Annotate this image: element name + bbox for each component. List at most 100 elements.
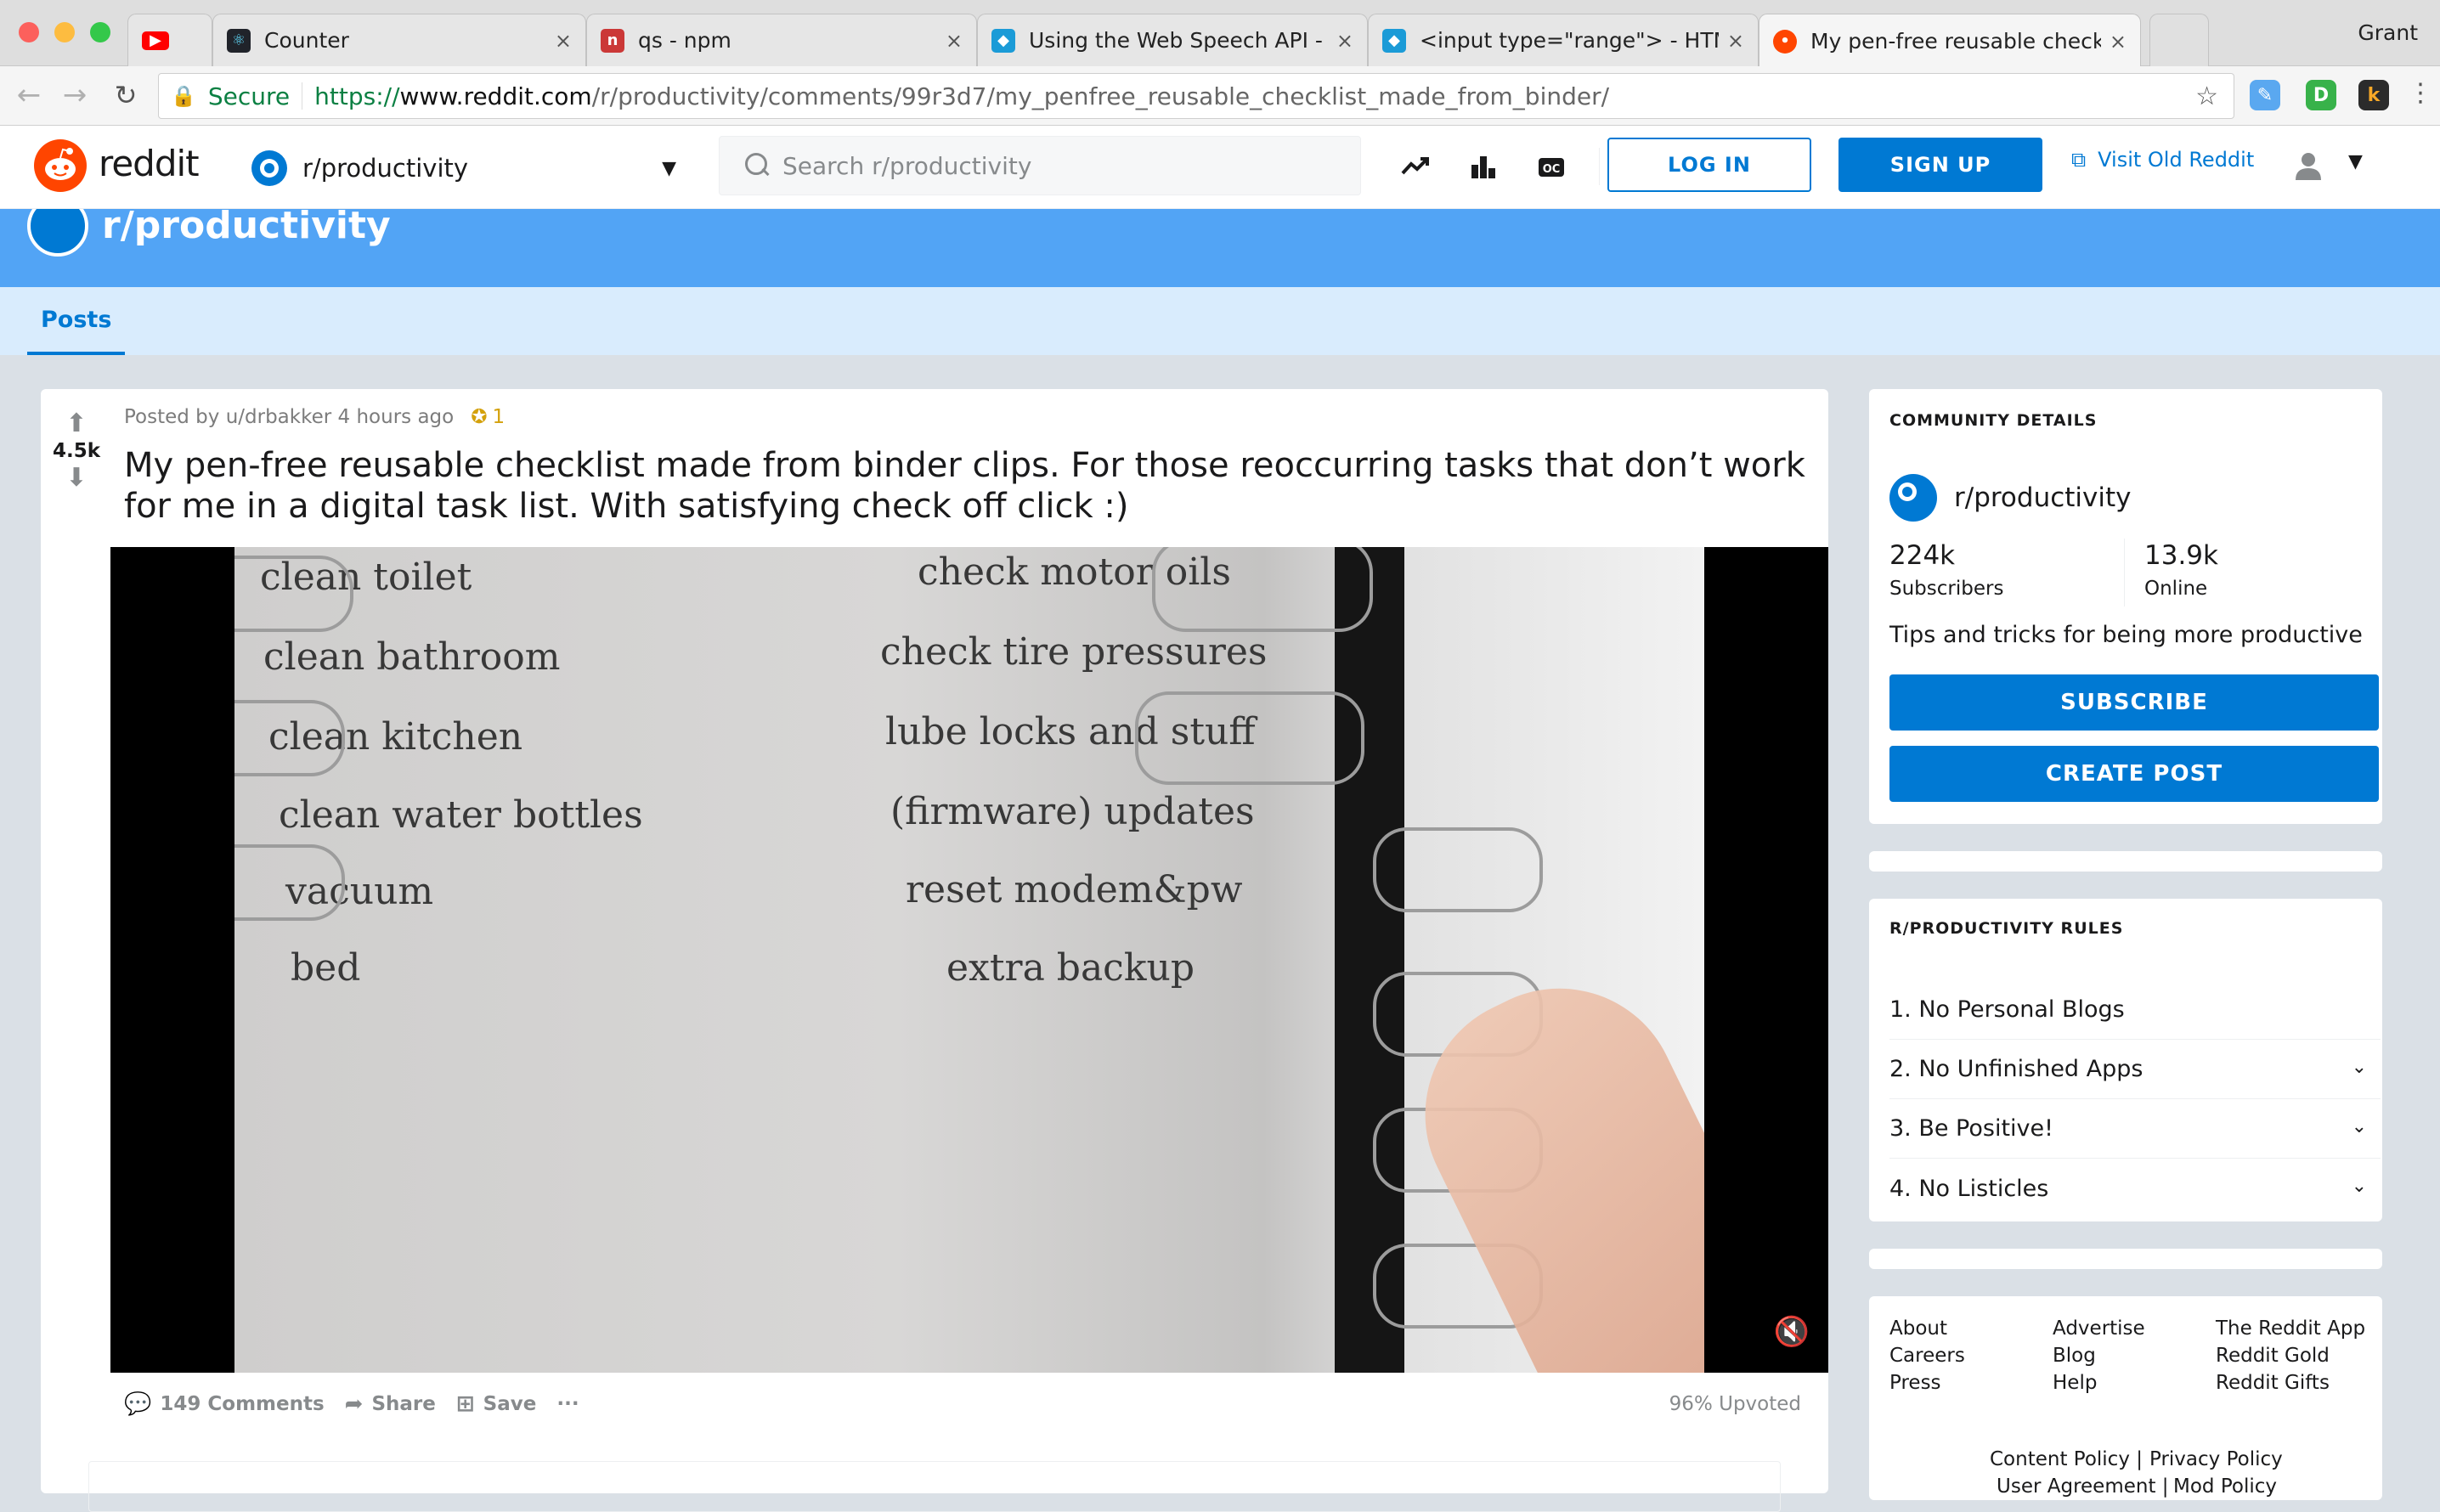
maximize-window-button[interactable] <box>90 22 110 42</box>
bookmark-star-icon[interactable]: ☆ <box>2195 82 2218 111</box>
new-tab-button[interactable] <box>2149 14 2209 66</box>
footer-link-reddit-gold[interactable]: Reddit Gold <box>2216 1342 2365 1369</box>
binder-clip <box>1373 827 1543 912</box>
close-window-button[interactable] <box>19 22 39 42</box>
extension-icon[interactable]: k <box>2358 80 2389 110</box>
save-button[interactable]: ⊞ Save <box>456 1391 536 1417</box>
browser-tab-counter[interactable]: ⚛ Counter × <box>212 14 586 66</box>
card-heading: COMMUNITY DETAILS <box>1889 411 2098 430</box>
close-tab-icon[interactable]: × <box>1727 29 1744 53</box>
reload-icon[interactable]: ↻ <box>109 78 143 112</box>
chevron-down-icon: ⌄ <box>2351 1176 2367 1197</box>
community-description: Tips and tricks for being more productiv… <box>1889 622 2363 648</box>
community-link[interactable]: r/productivity <box>1889 474 2132 522</box>
rule-item[interactable]: 2. No Unfinished Apps ⌄ <box>1889 1040 2381 1099</box>
menu-dots-icon[interactable]: ⋮ <box>2408 78 2433 108</box>
browser-tab-youtube[interactable]: ▶ <box>127 14 212 66</box>
rule-item[interactable]: 3. Be Positive! ⌄ <box>1889 1099 2381 1159</box>
footer-link-help[interactable]: Help <box>2053 1369 2145 1396</box>
image-label: check tire pressures <box>880 630 1268 674</box>
footer-link-reddit-gifts[interactable]: Reddit Gifts <box>2216 1369 2365 1396</box>
rule-label: 4. No Listicles <box>1889 1175 2049 1202</box>
upvote-arrow-icon[interactable]: ⬆ <box>41 409 112 438</box>
footer-column: About Careers Press <box>1889 1315 1965 1396</box>
footer-links-card: About Careers Press Advertise Blog Help … <box>1869 1296 2382 1500</box>
footer-link-blog[interactable]: Blog <box>2053 1342 2145 1369</box>
comment-composer[interactable] <box>88 1461 1781 1512</box>
footer-column: Advertise Blog Help <box>2053 1315 2145 1396</box>
community-switcher[interactable]: r/productivity ▼ <box>251 148 676 189</box>
post-title[interactable]: My pen-free reusable checklist made from… <box>124 445 1823 527</box>
footer-link-user-agreement[interactable]: User Agreement | <box>1997 1473 2169 1500</box>
trending-icon[interactable] <box>1400 151 1431 182</box>
forward-arrow-icon[interactable]: → <box>58 78 92 112</box>
rule-item[interactable]: 1. No Personal Blogs <box>1889 980 2381 1040</box>
comments-button[interactable]: 💬 149 Comments <box>124 1391 325 1417</box>
footer-link-press[interactable]: Press <box>1889 1369 1965 1396</box>
footer-link-privacy-policy[interactable]: Privacy Policy <box>2149 1446 2283 1473</box>
leaderboard-icon[interactable] <box>1468 151 1499 182</box>
post-score: 4.5k <box>52 440 101 462</box>
log-in-button[interactable]: LOG IN <box>1607 138 1811 192</box>
community-nav: Posts <box>0 287 2440 355</box>
post-card[interactable]: ⬆ 4.5k ⬇ Posted by u/drbakker 4 hours ag… <box>41 389 1828 1512</box>
post-author-time[interactable]: Posted by u/drbakker 4 hours ago <box>124 406 454 428</box>
reddit-wordmark[interactable]: reddit <box>99 143 200 184</box>
footer-link-advertise[interactable]: Advertise <box>2053 1315 2145 1342</box>
close-tab-icon[interactable]: × <box>1336 29 1353 53</box>
search-input[interactable] <box>782 151 1292 180</box>
reddit-logo-icon[interactable] <box>34 139 87 192</box>
award-badge[interactable]: ✪ 1 <box>471 406 505 428</box>
rule-label: 1. No Personal Blogs <box>1889 996 2125 1023</box>
visit-old-reddit-link[interactable]: ⧉ Visit Old Reddit <box>2071 148 2254 172</box>
award-icon: ✪ <box>471 406 488 428</box>
sign-up-button[interactable]: SIGN UP <box>1838 138 2042 192</box>
oc-icon[interactable]: OC <box>1536 151 1567 182</box>
subscribe-button[interactable]: SUBSCRIBE <box>1889 674 2379 731</box>
online-count: 13.9k <box>2144 540 2218 571</box>
community-details-card: COMMUNITY DETAILS r/productivity 224k Su… <box>1869 389 2382 824</box>
post-video[interactable]: clean toilet clean bathroom clean kitche… <box>110 547 1828 1373</box>
browser-tab-input-range[interactable]: ◆ <input type="range"> - HTML × <box>1368 14 1759 66</box>
close-tab-icon[interactable]: × <box>946 29 963 53</box>
caret-down-icon[interactable]: ▼ <box>2348 151 2363 172</box>
minimize-window-button[interactable] <box>54 22 75 42</box>
rule-label: 3. Be Positive! <box>1889 1115 2053 1142</box>
extension-icon[interactable]: ✎ <box>2250 80 2280 110</box>
comments-count: 149 Comments <box>160 1393 325 1415</box>
mute-icon[interactable]: 🔇 <box>1774 1315 1810 1349</box>
user-avatar-icon[interactable] <box>2294 151 2323 182</box>
tab-title: Counter <box>264 28 349 53</box>
tab-title: Using the Web Speech API - W <box>1029 28 1328 53</box>
tab-posts[interactable]: Posts <box>27 287 126 355</box>
footer-link-about[interactable]: About <box>1889 1315 1965 1342</box>
award-count: 1 <box>492 406 506 428</box>
close-tab-icon[interactable]: × <box>555 29 572 53</box>
community-icon <box>251 150 287 186</box>
browser-tab-web-speech[interactable]: ◆ Using the Web Speech API - W × <box>977 14 1368 66</box>
mdn-icon: ◆ <box>991 28 1015 53</box>
rule-item[interactable]: 4. No Listicles ⌄ <box>1889 1159 2381 1218</box>
back-arrow-icon[interactable]: ← <box>12 78 46 112</box>
close-tab-icon[interactable]: × <box>2110 30 2127 54</box>
address-bar[interactable]: 🔒 Secure https:// www.reddit.com /r/prod… <box>158 73 2234 119</box>
tab-title: qs - npm <box>638 28 731 53</box>
extension-icon[interactable]: D <box>2306 80 2336 110</box>
search-bar[interactable] <box>719 136 1361 195</box>
browser-tab-reddit[interactable]: • My pen-free reusable checklis × <box>1759 14 2141 68</box>
browser-tab-npm[interactable]: n qs - npm × <box>586 14 977 66</box>
profile-name[interactable]: Grant <box>2358 20 2418 45</box>
footer-link-careers[interactable]: Careers <box>1889 1342 1965 1369</box>
share-button[interactable]: ➦ Share <box>345 1391 436 1417</box>
image-label: clean water bottles <box>279 793 643 837</box>
save-label: Save <box>483 1393 537 1415</box>
footer-link-content-policy[interactable]: Content Policy | <box>1990 1446 2143 1473</box>
footer-link-mod-policy[interactable]: Mod Policy <box>2173 1473 2277 1500</box>
subscriber-label: Subscribers <box>1889 578 2004 600</box>
downvote-arrow-icon[interactable]: ⬇ <box>41 464 112 493</box>
image-label: bed <box>291 946 361 990</box>
more-options-button[interactable]: ··· <box>556 1393 579 1415</box>
footer-link-reddit-app[interactable]: The Reddit App <box>2216 1315 2365 1342</box>
reddit-icon: • <box>1773 29 1797 54</box>
create-post-button[interactable]: CREATE POST <box>1889 746 2379 802</box>
